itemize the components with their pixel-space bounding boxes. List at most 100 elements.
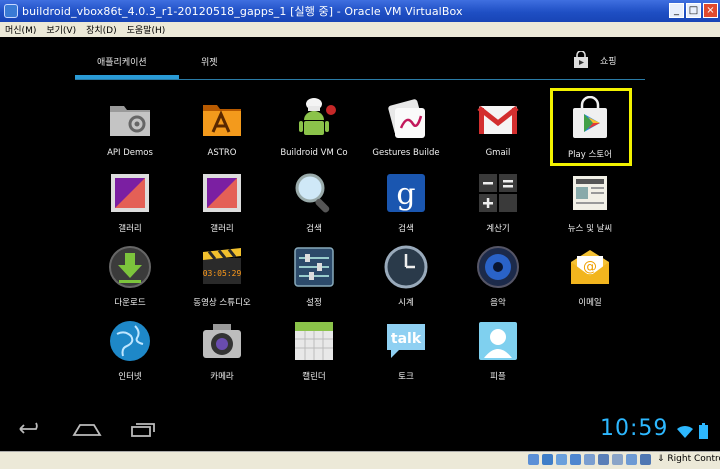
menu-view[interactable]: 보기(V): [41, 23, 81, 36]
keyboard-capture-icon: ⇓: [657, 454, 665, 464]
menu-machine[interactable]: 머신(M): [0, 23, 41, 36]
hdd-icon[interactable]: [528, 454, 539, 465]
display-icon[interactable]: [598, 454, 609, 465]
android-chef-icon: [299, 98, 336, 135]
app-clock[interactable]: 시계: [360, 240, 452, 312]
app-play-store[interactable]: Play 스토어: [544, 92, 636, 164]
music-icon: [477, 246, 519, 288]
tab-apps[interactable]: 애플리케이션: [97, 55, 147, 68]
calculator-icon: [479, 174, 517, 212]
back-icon[interactable]: [18, 421, 46, 437]
mouse-integration-icon[interactable]: [640, 454, 651, 465]
svg-text:03:05:29: 03:05:29: [203, 269, 242, 278]
app-gallery[interactable]: 갤러리: [84, 166, 176, 238]
android-navbar: 10:59: [0, 415, 720, 451]
people-icon: [479, 322, 517, 360]
app-label: 인터넷: [118, 372, 142, 382]
gallery-icon: [203, 174, 241, 212]
app-astro[interactable]: ASTRO: [176, 92, 268, 164]
app-calendar[interactable]: 캘린더: [268, 314, 360, 386]
launcher-tabbar: 애플리케이션 위젯 쇼핑: [75, 49, 645, 81]
optical-drive-icon[interactable]: [542, 454, 553, 465]
window-title: buildroid_vbox86t_4.0.3_r1-20120518_gapp…: [22, 5, 463, 18]
close-button[interactable]: ×: [703, 3, 718, 18]
app-camera[interactable]: 카메라: [176, 314, 268, 386]
gmail-icon: [477, 106, 519, 134]
tab-divider: [75, 79, 645, 80]
app-label: Play 스토어: [568, 150, 612, 160]
minimize-button[interactable]: _: [669, 3, 684, 18]
svg-text:talk: talk: [391, 331, 422, 347]
email-icon: @: [571, 250, 609, 284]
clock-icon: [384, 245, 428, 289]
svg-text:g: g: [396, 177, 415, 212]
talk-icon: talk: [387, 324, 425, 358]
calendar-icon: [295, 322, 333, 360]
menubar: 머신(M) 보기(V) 장치(D) 도움말(H): [0, 22, 720, 37]
app-download[interactable]: 다운로드: [84, 240, 176, 312]
clock-display: 10:59: [600, 416, 669, 441]
android-screen: 애플리케이션 위젯 쇼핑 API Demos ASTRO Buildroid V…: [0, 37, 720, 451]
browser-globe-icon: [110, 321, 150, 361]
app-gestures-builder[interactable]: Gestures Builde: [360, 92, 452, 164]
app-calculator[interactable]: 계산기: [452, 166, 544, 238]
app-label: Gmail: [485, 148, 511, 158]
app-email[interactable]: @ 이메일: [544, 240, 636, 312]
app-search[interactable]: 검색: [268, 166, 360, 238]
app-api-demos[interactable]: API Demos: [84, 92, 176, 164]
movie-studio-icon: 03:05:29: [203, 248, 242, 284]
usb-icon[interactable]: [556, 454, 567, 465]
app-music[interactable]: 음악: [452, 240, 544, 312]
astro-folder-icon: [203, 105, 241, 136]
app-label: 피플: [490, 372, 506, 382]
app-label: 뉴스 및 날씨: [567, 224, 613, 234]
shop-button[interactable]: 쇼핑: [572, 51, 617, 69]
app-label: 동영상 스튜디오: [193, 298, 251, 308]
app-buildroid[interactable]: Buildroid VM Co: [268, 92, 360, 164]
app-gmail[interactable]: Gmail: [452, 92, 544, 164]
cpu-icon[interactable]: [626, 454, 637, 465]
app-label: 검색: [398, 224, 414, 234]
home-icon[interactable]: [72, 421, 102, 437]
app-talk[interactable]: talk 토크: [360, 314, 452, 386]
app-label: Gestures Builde: [372, 148, 440, 158]
app-label: 시계: [398, 298, 414, 308]
app-people[interactable]: 피플: [452, 314, 544, 386]
virtualbox-icon: [4, 4, 18, 18]
tab-widgets[interactable]: 위젯: [201, 55, 218, 68]
folder-gear-icon: [110, 106, 150, 136]
gestures-icon: [388, 99, 425, 138]
recording-icon[interactable]: [612, 454, 623, 465]
app-label: 설정: [306, 298, 322, 308]
app-label: 계산기: [486, 224, 510, 234]
gallery-icon: [111, 174, 149, 212]
network-icon[interactable]: [570, 454, 581, 465]
app-label: 다운로드: [114, 298, 146, 308]
app-news-weather[interactable]: 뉴스 및 날씨: [544, 166, 636, 238]
vbox-statusbar: ⇓ Right Control: [0, 451, 720, 469]
app-label: ASTRO: [207, 148, 237, 158]
camera-icon: [203, 324, 241, 358]
app-label: 캘린더: [302, 372, 326, 382]
window-titlebar: buildroid_vbox86t_4.0.3_r1-20120518_gapp…: [0, 0, 720, 22]
app-google-search[interactable]: g 검색: [360, 166, 452, 238]
app-movie-studio[interactable]: 03:05:29 동영상 스튜디오: [176, 240, 268, 312]
wifi-icon: [677, 425, 693, 438]
recent-apps-icon[interactable]: [130, 421, 158, 437]
settings-icon: [294, 247, 334, 287]
shop-label: 쇼핑: [600, 56, 617, 67]
maximize-button[interactable]: □: [686, 3, 701, 18]
download-icon: [109, 246, 151, 288]
magnifier-icon: [295, 173, 330, 213]
menu-help[interactable]: 도움말(H): [122, 23, 171, 36]
play-store-icon: [573, 96, 607, 138]
app-browser[interactable]: 인터넷: [84, 314, 176, 386]
menu-devices[interactable]: 장치(D): [81, 23, 122, 36]
battery-icon: [699, 423, 708, 439]
shared-folder-icon[interactable]: [584, 454, 595, 465]
app-label: API Demos: [107, 148, 153, 158]
app-settings[interactable]: 설정: [268, 240, 360, 312]
app-gallery-2[interactable]: 갤러리: [176, 166, 268, 238]
app-label: Buildroid VM Co: [280, 148, 348, 158]
app-label: 이메일: [578, 298, 602, 308]
